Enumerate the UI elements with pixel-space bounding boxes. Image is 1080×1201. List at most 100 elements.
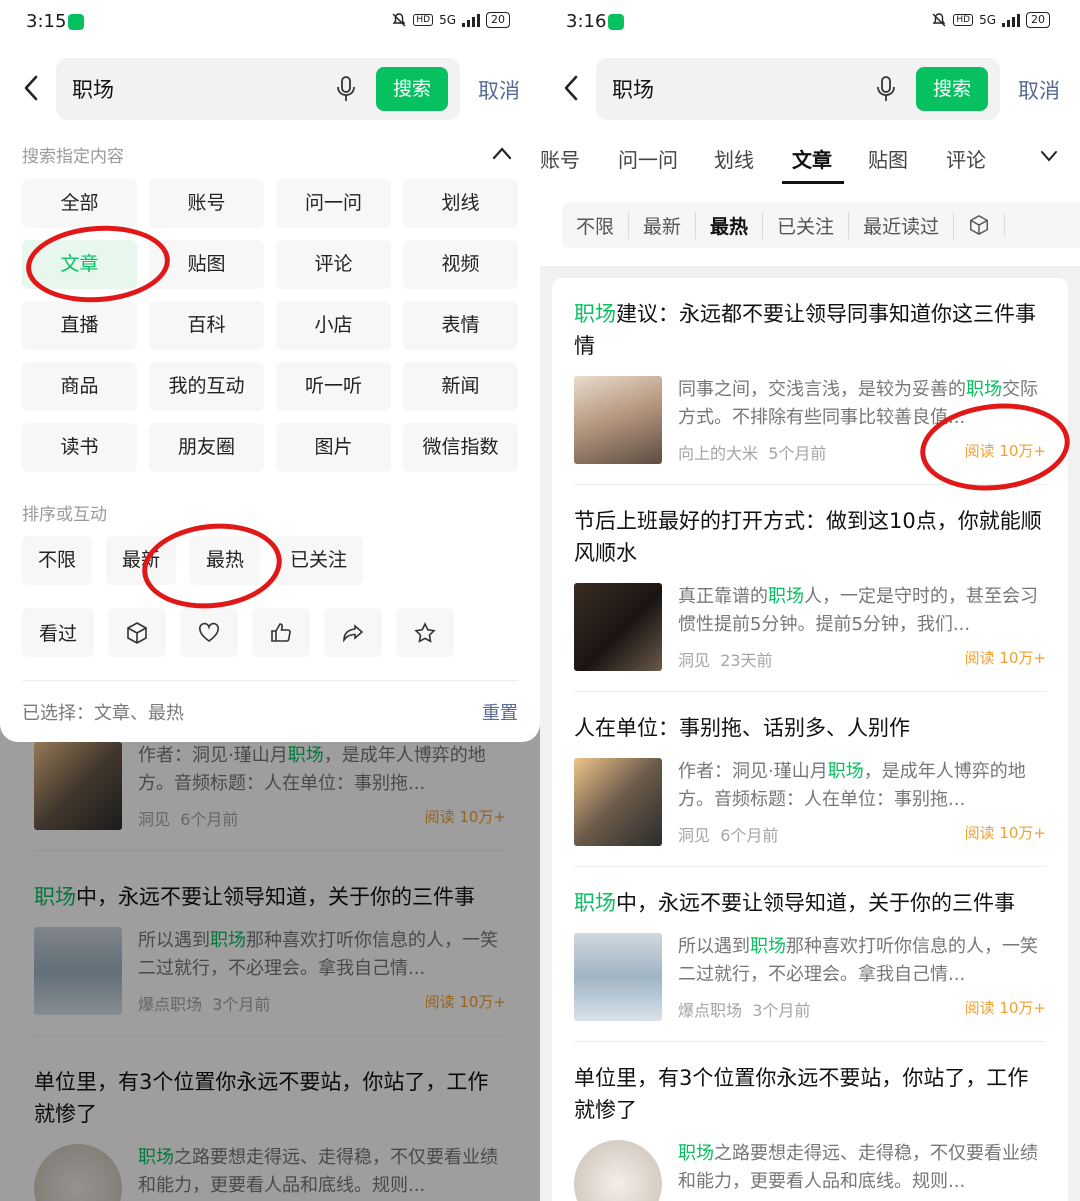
content-type-chip[interactable]: 视频	[403, 240, 518, 289]
content-type-chip[interactable]: 商品	[22, 362, 137, 411]
article-title: 人在单位：事别拖、话别多、人别作	[574, 716, 910, 740]
content-type-chip[interactable]: 微信指数	[403, 423, 518, 472]
article-snippet: 作者：洞见·瑾山月职场，是成年人博弈的地方。音频标题：人在单位：事别拖...	[678, 761, 1026, 810]
back-arrow-icon[interactable]	[560, 74, 582, 102]
status-time: 3:16	[566, 11, 607, 32]
microphone-icon[interactable]	[336, 75, 356, 103]
article-age: 5个月前	[768, 444, 827, 463]
content-type-chip[interactable]: 我的互动	[149, 362, 264, 411]
status-bar: 3:15 HD 5G 20	[0, 0, 540, 48]
article-source: 洞见	[678, 651, 711, 670]
cancel-button[interactable]: 取消	[478, 75, 520, 105]
tab-ask[interactable]: 问一问	[618, 144, 678, 173]
cancel-button[interactable]: 取消	[1018, 75, 1060, 105]
heart-icon[interactable]	[180, 608, 238, 657]
list-item[interactable]: 节后上班最好的打开方式：做到这10点，你就能顺风顺水 真正靠谱的职场人，一定是守…	[540, 505, 1080, 692]
reset-button[interactable]: 重置	[482, 699, 518, 725]
subfilter[interactable]: 已关注	[763, 211, 850, 239]
hd-badge: HD	[953, 14, 974, 26]
status-bar: 3:16 HD 5G 20	[540, 0, 1080, 48]
list-item[interactable]: 单位里，有3个位置你永远不要站，你站了，工作就惨了 职场之路要想走得远、走得稳，…	[540, 1062, 1080, 1201]
search-query: 职场	[72, 78, 114, 102]
right-screen: 3:16 HD 5G 20 职场 搜索 取消 账号 问一问 划线 文章 贴图 评…	[540, 0, 1080, 1201]
content-type-chip[interactable]: 听一听	[276, 362, 391, 411]
tab-highlight[interactable]: 划线	[714, 144, 754, 173]
filter-sheet: 3:15 HD 5G 20 职场 搜索 取消 搜索指定内容 全部 账号 问一问 …	[0, 0, 540, 742]
thumbs-up-icon[interactable]	[252, 608, 310, 657]
article-thumbnail	[574, 933, 662, 1021]
hd-badge: HD	[413, 14, 434, 26]
share-icon[interactable]	[324, 608, 382, 657]
content-type-chip[interactable]: 百科	[149, 301, 264, 350]
content-type-chip[interactable]: 划线	[403, 179, 518, 228]
battery-icon: 20	[486, 12, 510, 28]
subfilter[interactable]: 最近读过	[849, 211, 955, 239]
status-time: 3:15	[26, 11, 67, 32]
search-button[interactable]: 搜索	[376, 67, 448, 111]
chevron-up-icon[interactable]	[492, 146, 512, 160]
content-type-chip[interactable]: 图片	[276, 423, 391, 472]
chevron-down-icon[interactable]	[1040, 150, 1058, 162]
search-input[interactable]: 职场 搜索	[56, 58, 460, 120]
left-screen: 作者：洞见·瑾山月职场，是成年人博弈的地方。音频标题：人在单位：事别拖... 洞…	[0, 0, 540, 1201]
article-thumbnail	[574, 376, 662, 464]
sort-heading: 排序或互动	[22, 505, 107, 525]
list-item[interactable]: 人在单位：事别拖、话别多、人别作 作者：洞见·瑾山月职场，是成年人博弈的地方。音…	[540, 712, 1080, 867]
article-source: 向上的大米	[678, 444, 759, 463]
read-count: 阅读 10万+	[964, 824, 1046, 842]
wechat-notification-icon	[68, 14, 84, 30]
tab-account[interactable]: 账号	[540, 144, 580, 173]
search-input[interactable]: 职场 搜索	[596, 58, 1000, 120]
signal-icon	[462, 13, 480, 27]
article-title: 职场建议：永远都不要让领导同事知道你这三件事情	[574, 302, 1036, 358]
article-thumbnail	[574, 583, 662, 671]
article-snippet: 真正靠谱的职场人，一定是守时的，甚至会习惯性提前5分钟。提前5分钟，我们...	[678, 586, 1038, 635]
star-icon[interactable]	[396, 608, 454, 657]
search-query: 职场	[612, 78, 654, 102]
microphone-icon[interactable]	[876, 75, 896, 103]
article-age: 3个月前	[752, 1001, 811, 1020]
article-thumbnail	[574, 758, 662, 846]
tab-sticker[interactable]: 贴图	[868, 144, 908, 173]
tab-comment[interactable]: 评论	[946, 144, 986, 173]
tab-article[interactable]: 文章	[792, 144, 832, 173]
selected-summary: 已选择：文章、最热	[22, 703, 184, 724]
article-snippet: 所以遇到职场那种喜欢打听你信息的人，一笑二过就行，不必理会。拿我自己情...	[678, 936, 1038, 985]
sort-chip[interactable]: 已关注	[274, 536, 364, 585]
search-bar: 职场 搜索 取消	[0, 58, 540, 120]
article-age: 23天前	[720, 651, 773, 670]
cube-icon[interactable]	[954, 214, 1006, 236]
search-bar: 职场 搜索 取消	[540, 58, 1080, 120]
content-type-chip[interactable]: 评论	[276, 240, 391, 289]
subfilter[interactable]: 不限	[562, 211, 630, 239]
content-type-chip[interactable]: 全部	[22, 179, 137, 228]
cube-icon[interactable]	[108, 608, 166, 657]
content-type-chip[interactable]: 问一问	[276, 179, 391, 228]
content-type-chip[interactable]: 新闻	[403, 362, 518, 411]
subfilter[interactable]: 最新	[629, 211, 697, 239]
search-button[interactable]: 搜索	[916, 67, 988, 111]
list-item[interactable]: 职场中，永远不要让领导知道，关于你的三件事 所以遇到职场那种喜欢打听你信息的人，…	[540, 887, 1080, 1042]
battery-icon: 20	[1026, 12, 1050, 28]
content-type-chip[interactable]: 读书	[22, 423, 137, 472]
content-type-chip[interactable]: 朋友圈	[149, 423, 264, 472]
viewed-chip[interactable]: 看过	[22, 608, 94, 657]
subfilter-active[interactable]: 最热	[696, 211, 764, 239]
content-type-chip[interactable]: 直播	[22, 301, 137, 350]
sort-chip[interactable]: 不限	[22, 536, 93, 585]
back-arrow-icon[interactable]	[20, 74, 42, 102]
article-title: 单位里，有3个位置你永远不要站，你站了，工作就惨了	[574, 1066, 1029, 1122]
content-type-chip[interactable]: 表情	[403, 301, 518, 350]
article-snippet: 职场之路要想走得远、走得稳，不仅要看业绩和能力，更要看人品和底线。规则...	[678, 1143, 1038, 1192]
article-title: 节后上班最好的打开方式：做到这10点，你就能顺风顺水	[574, 509, 1042, 565]
sort-filter-bar: 不限 最新 最热 已关注 最近读过	[562, 202, 1080, 248]
active-tab-indicator	[782, 181, 844, 184]
divider	[22, 680, 518, 681]
network-type: 5G	[979, 13, 996, 27]
annotation-circle	[137, 516, 287, 616]
content-type-chip[interactable]: 账号	[149, 179, 264, 228]
article-age: 6个月前	[720, 826, 779, 845]
mute-icon	[932, 13, 946, 27]
content-type-chip[interactable]: 小店	[276, 301, 391, 350]
read-count: 阅读 10万+	[964, 649, 1046, 667]
